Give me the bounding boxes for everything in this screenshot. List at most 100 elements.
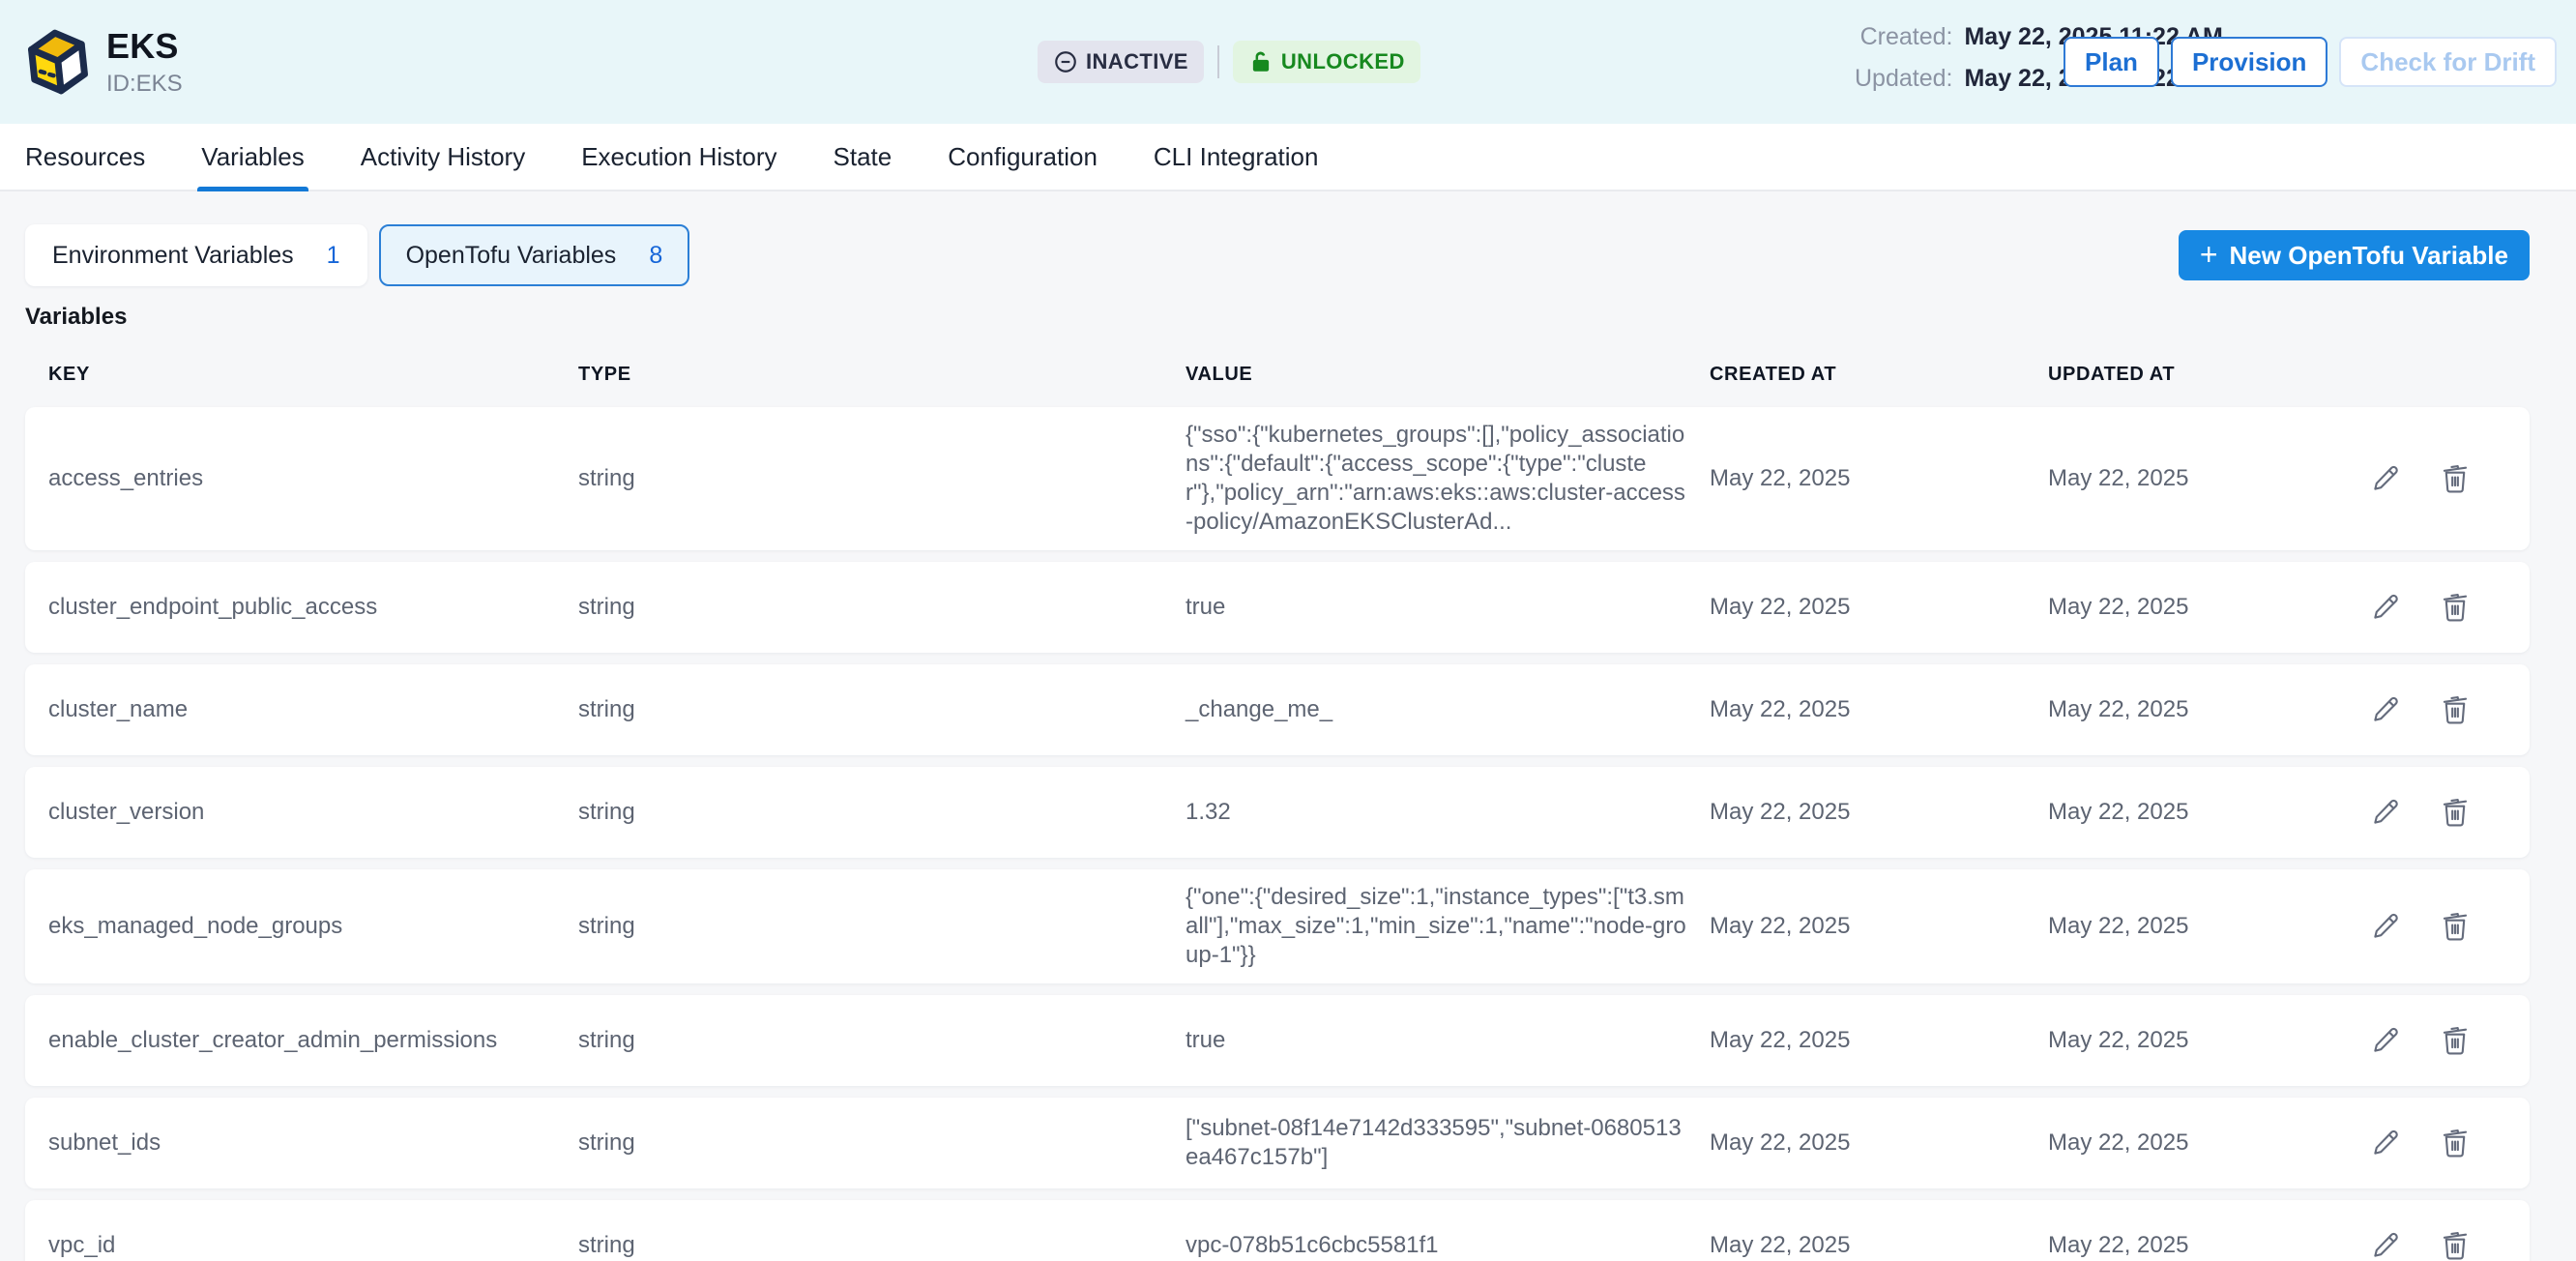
table-row: eks_managed_node_groups string {"one":{"… xyxy=(25,869,2530,983)
trash-icon xyxy=(2439,1229,2472,1261)
edit-variable-button[interactable] xyxy=(2369,1229,2402,1261)
trash-icon xyxy=(2439,693,2472,726)
tab-configuration[interactable]: Configuration xyxy=(946,124,1099,190)
row-actions xyxy=(2338,1024,2472,1057)
edit-variable-button[interactable] xyxy=(2369,1127,2402,1159)
cell-updated: May 22, 2025 xyxy=(2048,1129,2338,1158)
cell-updated: May 22, 2025 xyxy=(2048,1231,2338,1260)
row-actions xyxy=(2338,693,2472,726)
trash-icon xyxy=(2439,910,2472,943)
cell-value: _change_me_ xyxy=(1186,695,1710,724)
pencil-icon xyxy=(2369,1229,2402,1261)
cell-updated: May 22, 2025 xyxy=(2048,695,2338,724)
cell-type: string xyxy=(578,912,1186,941)
minus-circle-icon xyxy=(1053,49,1078,74)
cell-value: ["subnet-08f14e7142d333595","subnet-0680… xyxy=(1186,1114,1710,1172)
pencil-icon xyxy=(2369,693,2402,726)
status-badge: INACTIVE xyxy=(1038,41,1204,83)
cell-type: string xyxy=(578,695,1186,724)
header-actions: Plan Provision Check for Drift xyxy=(2064,0,2557,124)
pencil-icon xyxy=(2369,591,2402,624)
edit-variable-button[interactable] xyxy=(2369,796,2402,829)
cell-value: {"one":{"desired_size":1,"instance_types… xyxy=(1186,883,1710,970)
trash-icon xyxy=(2439,1127,2472,1159)
section-title: Variables xyxy=(25,304,2530,331)
delete-variable-button[interactable] xyxy=(2439,591,2472,624)
cell-type: string xyxy=(578,464,1186,493)
tab-execution-history[interactable]: Execution History xyxy=(579,124,778,190)
table-header-row: KEYTYPEVALUECREATED ATUPDATED AT xyxy=(25,331,2530,407)
delete-variable-button[interactable] xyxy=(2439,1024,2472,1057)
tab-resources[interactable]: Resources xyxy=(23,124,147,190)
tab-variables[interactable]: Variables xyxy=(199,124,306,190)
pencil-icon xyxy=(2369,910,2402,943)
badge-divider xyxy=(1217,45,1219,78)
subtab-count: 1 xyxy=(327,242,340,270)
delete-variable-button[interactable] xyxy=(2439,796,2472,829)
subtab-count: 8 xyxy=(649,242,662,270)
subtab-environment-variables[interactable]: Environment Variables 1 xyxy=(25,224,367,286)
provision-button[interactable]: Provision xyxy=(2171,37,2327,87)
cell-key: subnet_ids xyxy=(48,1129,578,1158)
cell-updated: May 22, 2025 xyxy=(2048,912,2338,941)
cell-key: eks_managed_node_groups xyxy=(48,912,578,941)
cell-updated: May 22, 2025 xyxy=(2048,464,2338,493)
header-cell-value: VALUE xyxy=(1186,364,1710,386)
edit-variable-button[interactable] xyxy=(2369,591,2402,624)
page-title: EKS xyxy=(106,26,183,67)
cell-type: string xyxy=(578,1026,1186,1055)
tab-activity-history[interactable]: Activity History xyxy=(359,124,527,190)
row-actions xyxy=(2338,462,2472,495)
delete-variable-button[interactable] xyxy=(2439,462,2472,495)
trash-icon xyxy=(2439,1024,2472,1057)
cell-value: vpc-078b51c6cbc5581f1 xyxy=(1186,1231,1710,1260)
table-body: access_entries string {"sso":{"kubernete… xyxy=(25,407,2530,1261)
cell-value: 1.32 xyxy=(1186,798,1710,827)
cell-updated: May 22, 2025 xyxy=(2048,593,2338,622)
tab-cli-integration[interactable]: CLI Integration xyxy=(1152,124,1321,190)
lock-badge: UNLOCKED xyxy=(1233,41,1420,83)
trash-icon xyxy=(2439,591,2472,624)
pencil-icon xyxy=(2369,1127,2402,1159)
row-actions xyxy=(2338,1229,2472,1261)
edit-variable-button[interactable] xyxy=(2369,910,2402,943)
cell-key: vpc_id xyxy=(48,1231,578,1260)
plus-icon: + xyxy=(2200,239,2218,270)
check-for-drift-button[interactable]: Check for Drift xyxy=(2339,37,2557,87)
pencil-icon xyxy=(2369,462,2402,495)
badge-group: INACTIVE UNLOCKED xyxy=(1038,0,1420,124)
header-cell-key: KEY xyxy=(48,364,578,386)
updated-label: Updated: xyxy=(1855,65,1952,93)
cell-created: May 22, 2025 xyxy=(1710,798,2048,827)
subtab-container: Environment Variables 1 OpenTofu Variabl… xyxy=(25,224,701,286)
edit-variable-button[interactable] xyxy=(2369,1024,2402,1057)
edit-variable-button[interactable] xyxy=(2369,462,2402,495)
unlock-icon xyxy=(1248,49,1273,74)
cell-type: string xyxy=(578,1129,1186,1158)
new-opentofu-variable-button[interactable]: + New OpenTofu Variable xyxy=(2179,230,2530,280)
header-cell-created-at: CREATED AT xyxy=(1710,364,2048,386)
variables-toolbar: Environment Variables 1 OpenTofu Variabl… xyxy=(25,224,2530,286)
tab-state[interactable]: State xyxy=(832,124,894,190)
cell-created: May 22, 2025 xyxy=(1710,1129,2048,1158)
delete-variable-button[interactable] xyxy=(2439,1229,2472,1261)
content: Environment Variables 1 OpenTofu Variabl… xyxy=(0,191,2576,1261)
table-row: subnet_ids string ["subnet-08f14e7142d33… xyxy=(25,1098,2530,1188)
subtab-opentofu-variables[interactable]: OpenTofu Variables 8 xyxy=(379,224,690,286)
cell-updated: May 22, 2025 xyxy=(2048,798,2338,827)
cell-key: cluster_version xyxy=(48,798,578,827)
cell-value: {"sso":{"kubernetes_groups":[],"policy_a… xyxy=(1186,421,1710,537)
page-header: EKS ID:EKS INACTIVE UNLOCKED Created: Ma… xyxy=(0,0,2576,124)
header-cell-updated-at: UPDATED AT xyxy=(2048,364,2338,386)
cell-created: May 22, 2025 xyxy=(1710,1026,2048,1055)
resource-id: ID:EKS xyxy=(106,71,183,98)
edit-variable-button[interactable] xyxy=(2369,693,2402,726)
eks-cube-logo-icon xyxy=(24,26,93,98)
cell-created: May 22, 2025 xyxy=(1710,912,2048,941)
delete-variable-button[interactable] xyxy=(2439,1127,2472,1159)
table-row: cluster_version string 1.32 May 22, 2025… xyxy=(25,767,2530,858)
delete-variable-button[interactable] xyxy=(2439,693,2472,726)
trash-icon xyxy=(2439,796,2472,829)
plan-button[interactable]: Plan xyxy=(2064,37,2159,87)
delete-variable-button[interactable] xyxy=(2439,910,2472,943)
